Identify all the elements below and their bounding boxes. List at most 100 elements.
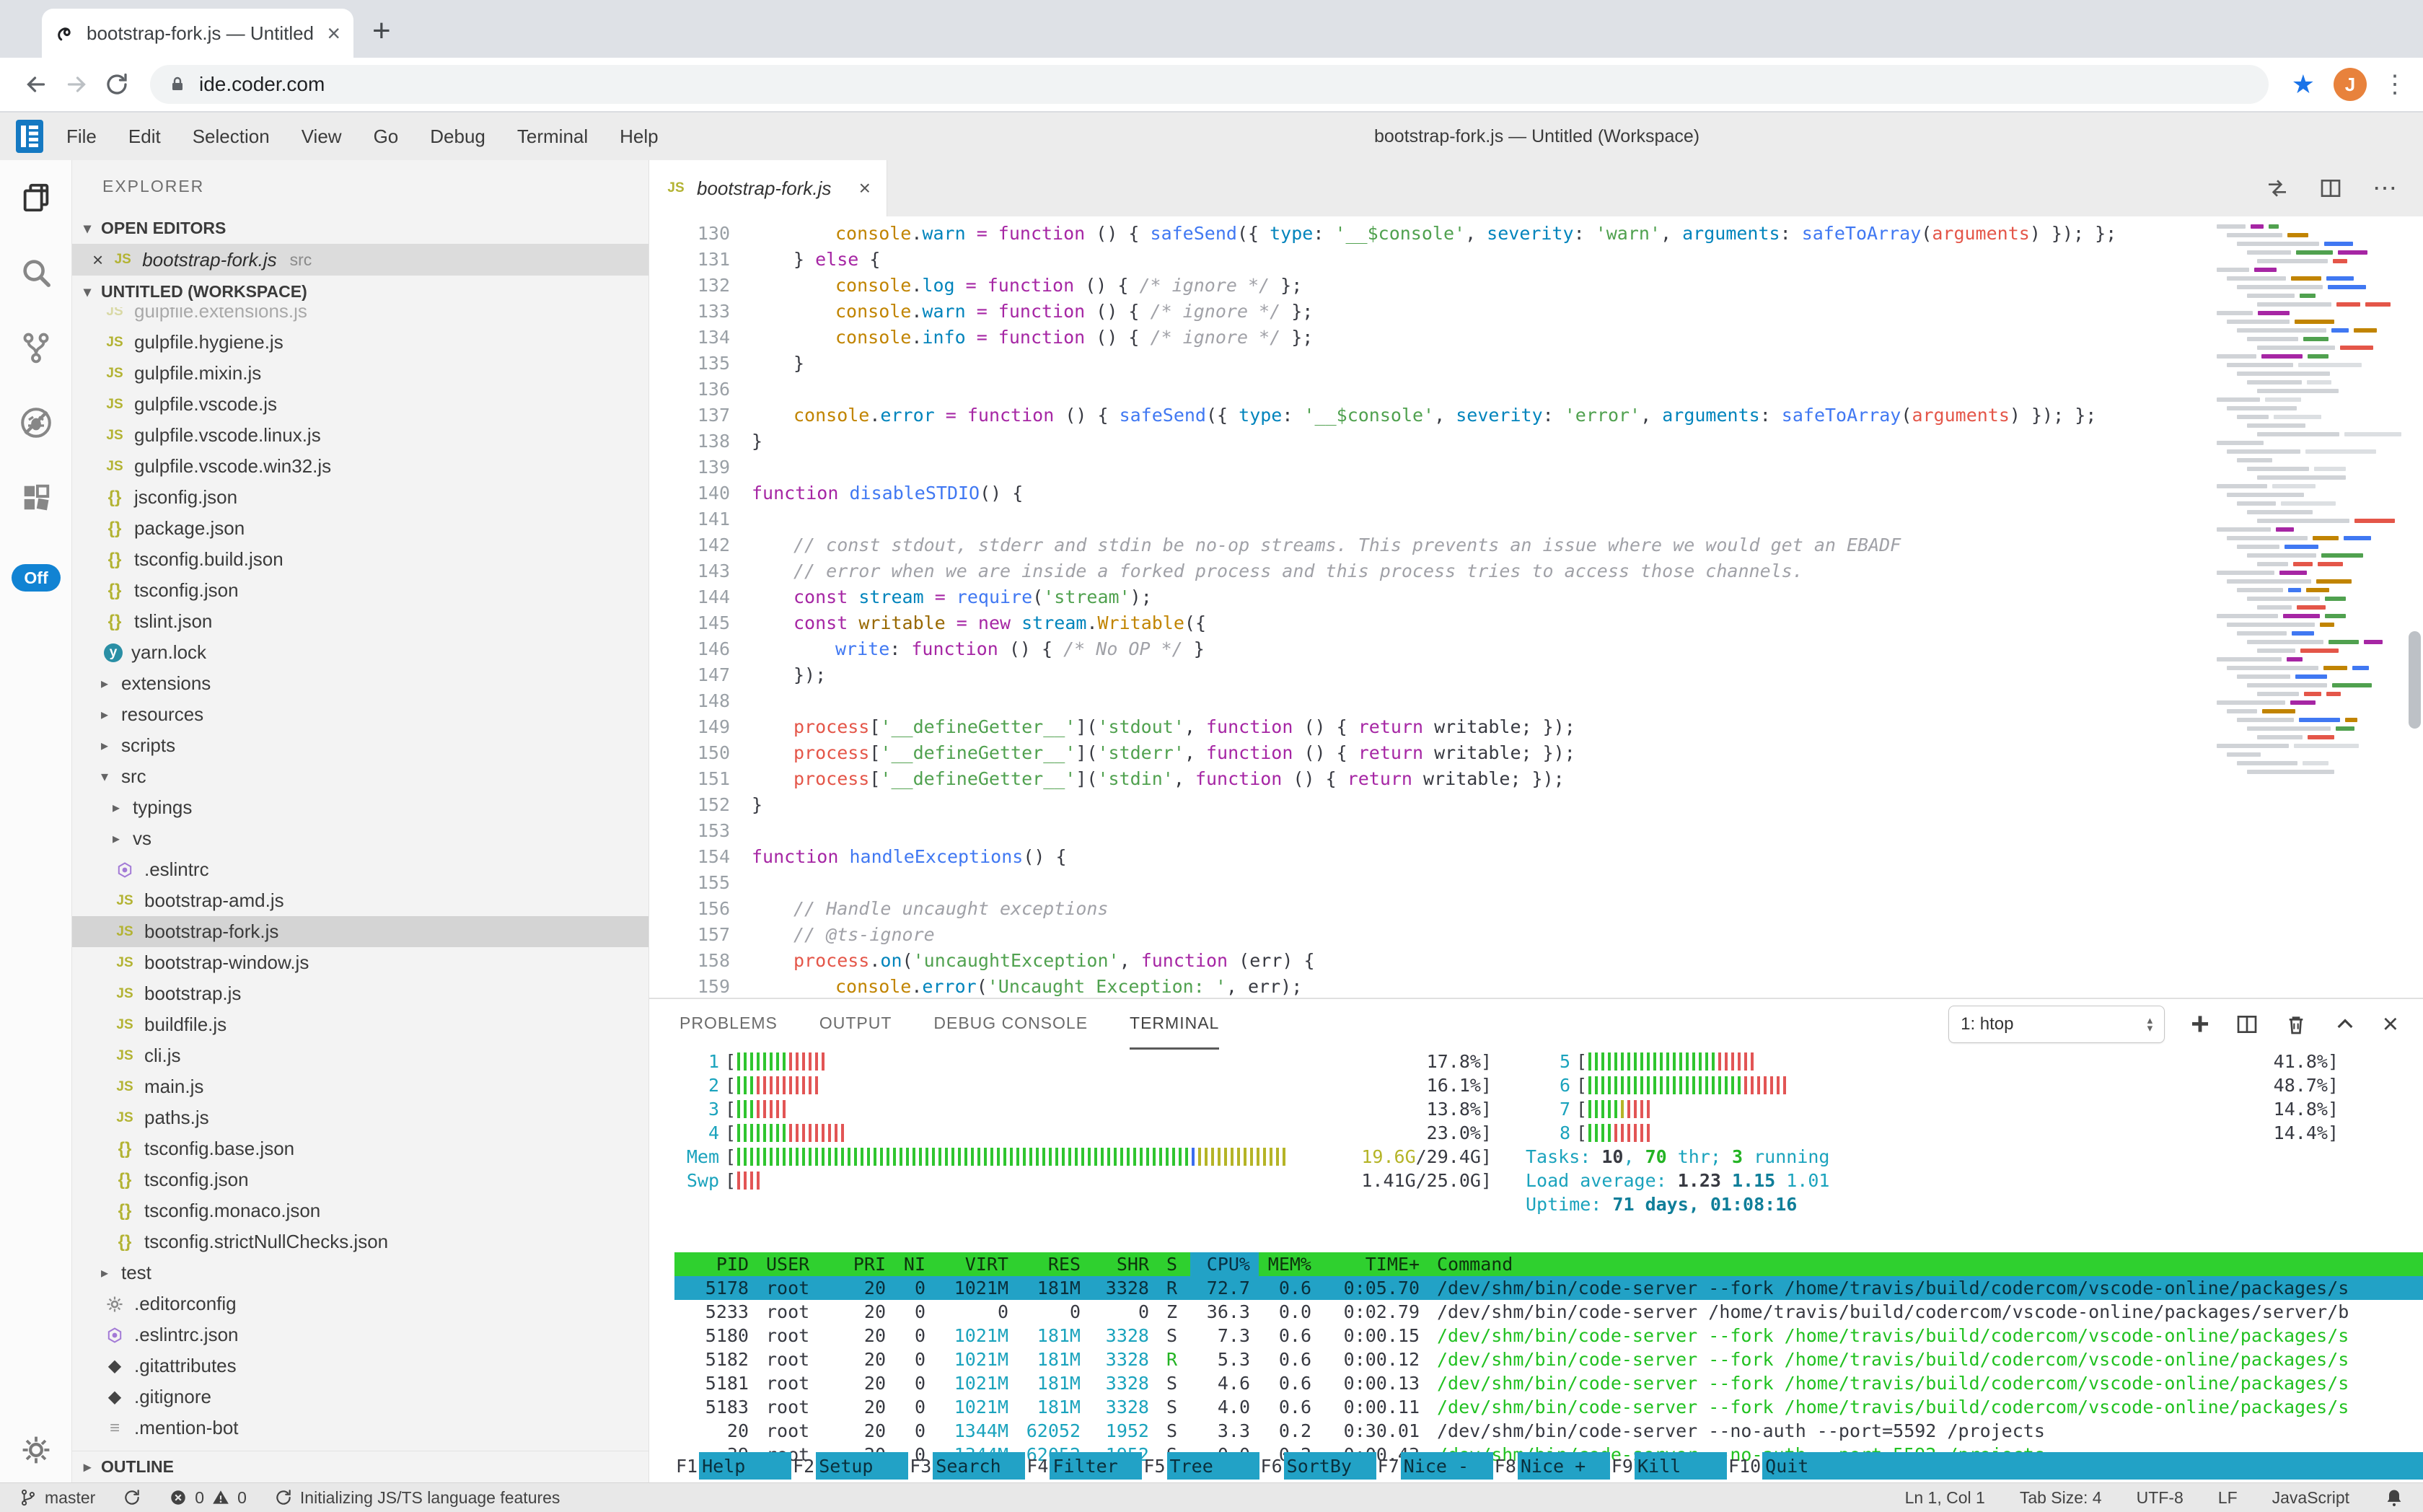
tree-item[interactable]: JSgulpfile.vscode.js <box>72 389 648 420</box>
close-icon[interactable]: × <box>92 249 103 271</box>
open-editors-header[interactable]: ▾ OPEN EDITORS <box>72 212 648 244</box>
column-header-s[interactable]: S <box>1158 1254 1190 1275</box>
tree-item[interactable]: .eslintrc <box>72 854 648 885</box>
tree-folder[interactable]: ▾src <box>72 761 648 792</box>
bookmark-star-icon[interactable]: ★ <box>2292 69 2315 100</box>
url-bar[interactable]: ide.coder.com <box>150 65 2269 104</box>
tree-item[interactable]: {}tslint.json <box>72 606 648 637</box>
code-editor[interactable]: 130console.warn = function () { safeSend… <box>649 216 2423 998</box>
panel-tab-output[interactable]: OUTPUT <box>819 999 892 1050</box>
column-header-user[interactable]: USER <box>757 1254 840 1275</box>
tree-item[interactable]: JSbootstrap-amd.js <box>72 885 648 916</box>
language-status-message[interactable]: Initializing JS/TS language features <box>274 1488 560 1508</box>
tree-item[interactable]: JSgulpfile.hygiene.js <box>72 327 648 358</box>
column-header-cpu[interactable]: CPU% <box>1190 1252 1259 1276</box>
tree-item[interactable]: {}jsconfig.json <box>72 482 648 513</box>
explorer-icon[interactable] <box>0 160 72 235</box>
split-editor-icon[interactable] <box>2319 177 2342 200</box>
tree-item[interactable]: {}tsconfig.json <box>72 575 648 606</box>
source-control-icon[interactable] <box>0 310 72 385</box>
problems-status[interactable]: 0 0 <box>169 1488 247 1508</box>
search-icon[interactable] <box>0 235 72 310</box>
forward-icon[interactable] <box>56 64 97 105</box>
status-tab-size-4[interactable]: Tab Size: 4 <box>2020 1488 2102 1508</box>
terminal-selector[interactable]: 1: htop ▴▾ <box>1948 1006 2165 1043</box>
kill-terminal-icon[interactable] <box>2285 1013 2308 1036</box>
tree-item[interactable]: ◆.gitignore <box>72 1381 648 1412</box>
panel-tab-debug-console[interactable]: DEBUG CONSOLE <box>933 999 1088 1050</box>
browser-tab[interactable]: bootstrap-fork.js — Untitled (W × <box>42 9 353 58</box>
sync-status[interactable] <box>123 1488 141 1507</box>
tree-item[interactable]: ◆.gitattributes <box>72 1350 648 1381</box>
tree-folder[interactable]: ▸scripts <box>72 730 648 761</box>
git-branch-status[interactable]: master <box>19 1488 95 1508</box>
tree-item[interactable]: {}tsconfig.base.json <box>72 1133 648 1164</box>
menu-edit[interactable]: Edit <box>113 126 177 147</box>
outline-header[interactable]: ▸ OUTLINE <box>72 1451 648 1482</box>
tree-item[interactable]: JSbootstrap-fork.js <box>72 916 648 947</box>
tree-item[interactable]: .editorconfig <box>72 1288 648 1319</box>
column-header-shr[interactable]: SHR <box>1089 1254 1158 1275</box>
reload-icon[interactable] <box>97 64 137 105</box>
tree-folder[interactable]: ▸extensions <box>72 668 648 699</box>
tree-item[interactable]: {}tsconfig.build.json <box>72 544 648 575</box>
tree-folder[interactable]: ▸typings <box>72 792 648 823</box>
column-header-mem[interactable]: MEM% <box>1259 1254 1320 1275</box>
tree-item[interactable]: JSmain.js <box>72 1071 648 1102</box>
tree-item[interactable]: JScli.js <box>72 1040 648 1071</box>
tree-item[interactable]: yyarn.lock <box>72 637 648 668</box>
column-header-command[interactable]: Command <box>1428 1254 2423 1275</box>
workspace-header[interactable]: ▾ UNTITLED (WORKSPACE) <box>72 276 648 307</box>
tree-item[interactable]: {}tsconfig.monaco.json <box>72 1195 648 1226</box>
column-header-pri[interactable]: PRI <box>840 1254 894 1275</box>
tree-item[interactable]: {}tsconfig.strictNullChecks.json <box>72 1226 648 1257</box>
open-editor-item[interactable]: × JS bootstrap-fork.js src <box>72 244 648 276</box>
minimap[interactable] <box>2217 222 2401 799</box>
menu-view[interactable]: View <box>286 126 358 147</box>
tree-item[interactable]: .eslintrc.json <box>72 1319 648 1350</box>
debug-disabled-icon[interactable] <box>0 385 72 460</box>
tree-item[interactable]: {}tsconfig.json <box>72 1164 648 1195</box>
tree-folder[interactable]: ▸vs <box>72 823 648 854</box>
menu-selection[interactable]: Selection <box>177 126 286 147</box>
tree-item[interactable]: {}package.json <box>72 513 648 544</box>
tree-item[interactable]: JSbootstrap-window.js <box>72 947 648 978</box>
tree-item[interactable]: JSbuildfile.js <box>72 1009 648 1040</box>
new-terminal-icon[interactable]: + <box>2191 1006 2209 1042</box>
browser-menu-icon[interactable]: ⋮ <box>2383 70 2407 99</box>
tree-folder[interactable]: ▸resources <box>72 699 648 730</box>
editor-tab[interactable]: JS bootstrap-fork.js × <box>649 160 887 216</box>
more-actions-icon[interactable]: ⋯ <box>2373 174 2397 203</box>
tree-item[interactable]: ≡.mention-bot <box>72 1412 648 1443</box>
off-badge[interactable]: Off <box>12 564 61 592</box>
column-header-res[interactable]: RES <box>1017 1254 1089 1275</box>
maximize-panel-icon[interactable] <box>2334 1013 2357 1036</box>
tree-item[interactable]: JSgulpfile.vscode.linux.js <box>72 420 648 451</box>
split-terminal-icon[interactable] <box>2235 1013 2259 1036</box>
menu-debug[interactable]: Debug <box>414 126 501 147</box>
close-panel-icon[interactable]: × <box>2383 1009 2398 1040</box>
tree-item[interactable]: JSbootstrap.js <box>72 978 648 1009</box>
tree-item[interactable]: JSgulpfile.mixin.js <box>72 358 648 389</box>
editor-scrollbar[interactable] <box>2409 631 2421 729</box>
menu-file[interactable]: File <box>50 126 113 147</box>
settings-gear-icon[interactable] <box>0 1425 72 1475</box>
panel-tab-problems[interactable]: PROBLEMS <box>680 999 778 1050</box>
column-header-virt[interactable]: VIRT <box>934 1254 1017 1275</box>
new-tab-button[interactable]: + <box>372 13 391 49</box>
tab-close-icon[interactable]: × <box>859 177 871 200</box>
back-icon[interactable] <box>16 64 56 105</box>
avatar[interactable]: J <box>2334 68 2367 101</box>
bell-icon[interactable] <box>2384 1487 2404 1508</box>
column-header-pid[interactable]: PID <box>674 1254 757 1275</box>
menu-help[interactable]: Help <box>604 126 674 147</box>
status-javascript[interactable]: JavaScript <box>2272 1488 2349 1508</box>
menu-terminal[interactable]: Terminal <box>501 126 604 147</box>
menu-go[interactable]: Go <box>358 126 415 147</box>
status-utf-8[interactable]: UTF-8 <box>2137 1488 2184 1508</box>
tree-item[interactable]: JSgulpfile.extensions.js <box>72 307 648 327</box>
tree-item[interactable]: JSpaths.js <box>72 1102 648 1133</box>
open-changes-icon[interactable] <box>2266 177 2289 200</box>
tab-close-icon[interactable]: × <box>327 22 340 45</box>
column-header-time[interactable]: TIME+ <box>1320 1254 1428 1275</box>
